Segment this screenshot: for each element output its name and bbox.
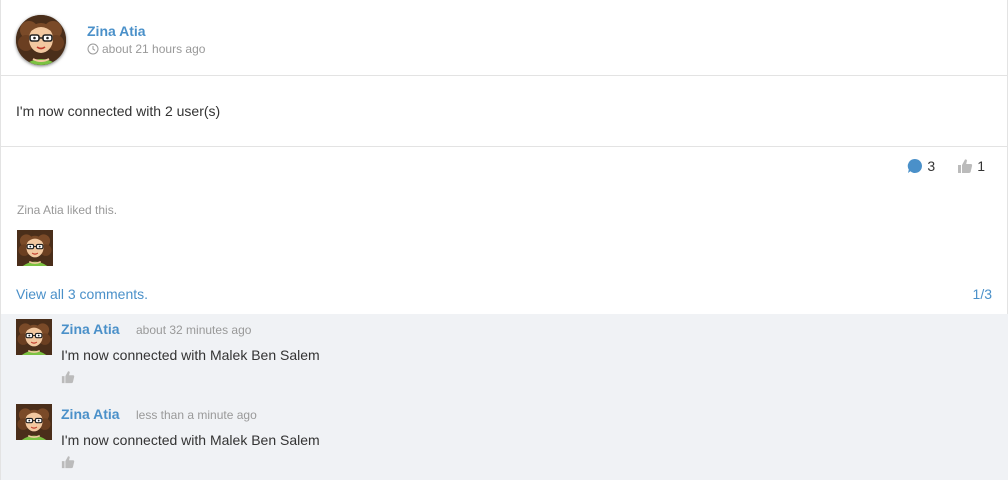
liker-avatar[interactable] xyxy=(17,230,53,266)
comment-avatar[interactable] xyxy=(16,404,52,440)
clock-icon xyxy=(87,43,99,55)
activity-stats: 3 1 xyxy=(907,158,985,174)
comments-pager: 1/3 xyxy=(972,286,992,302)
divider xyxy=(1,75,1008,76)
comment-item: Zina Atia about 32 minutes ago I'm now c… xyxy=(1,314,1008,399)
comment-author[interactable]: Zina Atia xyxy=(61,321,120,337)
comment-author[interactable]: Zina Atia xyxy=(61,406,120,422)
thumbs-up-icon xyxy=(957,158,973,174)
comment-text: I'm now connected with Malek Ben Salem xyxy=(61,432,320,448)
author-avatar[interactable] xyxy=(16,15,66,65)
comments-list: Zina Atia about 32 minutes ago I'm now c… xyxy=(1,314,1008,480)
comment-time: less than a minute ago xyxy=(136,408,257,422)
post-text: I'm now connected with 2 user(s) xyxy=(16,103,221,119)
like-count: 1 xyxy=(977,158,985,174)
like-count-button[interactable]: 1 xyxy=(957,158,985,174)
post-timestamp: about 21 hours ago xyxy=(87,42,205,56)
divider xyxy=(1,146,1008,147)
liked-by-text: Zina Atia liked this. xyxy=(17,203,118,217)
activity-card: Zina Atia about 21 hours ago I'm now con… xyxy=(0,0,1008,480)
comment-count-button[interactable]: 3 xyxy=(907,158,935,174)
view-all-comments-link[interactable]: View all 3 comments. xyxy=(16,286,148,302)
comment-text: I'm now connected with Malek Ben Salem xyxy=(61,347,320,363)
thumbs-up-icon[interactable] xyxy=(61,455,75,469)
comment-avatar[interactable] xyxy=(16,319,52,355)
comment-count: 3 xyxy=(927,158,936,174)
post-time-text: about 21 hours ago xyxy=(102,42,206,56)
comment-item: Zina Atia less than a minute ago I'm now… xyxy=(1,399,1008,480)
comment-bubble-icon xyxy=(908,158,923,173)
post-author-name[interactable]: Zina Atia xyxy=(87,23,146,39)
comment-time: about 32 minutes ago xyxy=(136,323,252,337)
thumbs-up-icon[interactable] xyxy=(61,370,75,384)
